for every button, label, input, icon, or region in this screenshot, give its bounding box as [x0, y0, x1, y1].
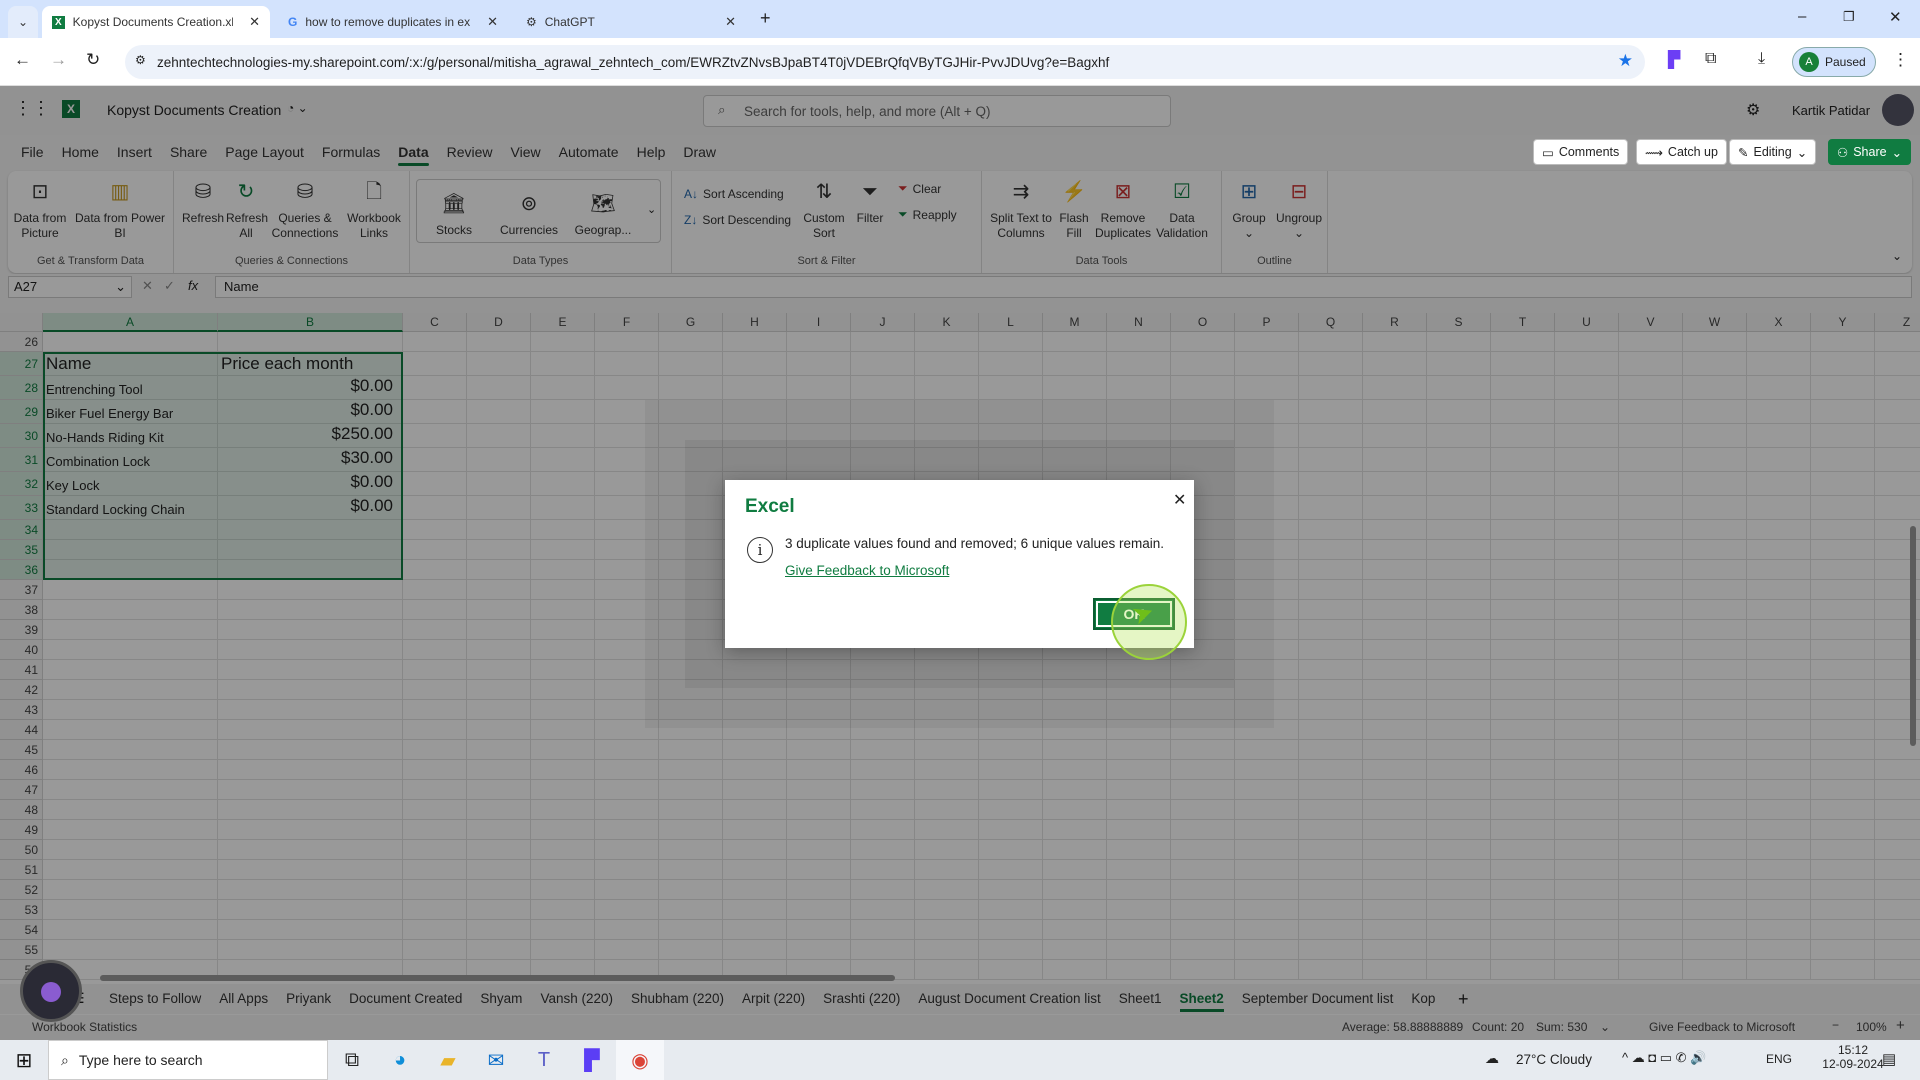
forward-icon[interactable]: → [50, 50, 67, 70]
recorder-widget[interactable] [20, 960, 82, 1022]
close-tab-icon[interactable]: ✕ [725, 14, 736, 30]
edge-icon[interactable]: ◕ [376, 1040, 424, 1080]
close-tab-icon[interactable]: ✕ [487, 14, 498, 30]
weather[interactable]: 27°C Cloudy [1516, 1052, 1592, 1067]
catch-up-icon: ⟿ [1645, 145, 1663, 160]
mail-icon[interactable]: ✉ [472, 1040, 520, 1080]
browser-tab-bar: ⌄ X Kopyst Documents Creation.xlsx ✕ G h… [0, 0, 1920, 38]
browser-menu-icon[interactable]: ⋮ [1892, 50, 1909, 70]
app-icon[interactable]: ▛ [568, 1040, 616, 1080]
close-icon[interactable]: ✕ [1173, 490, 1186, 510]
share-icon: ⚇ [1837, 145, 1849, 160]
teams-icon[interactable]: T [520, 1040, 568, 1080]
tray-icons[interactable]: ^ ☁ ◘ ▭ ✆ 🔊 [1622, 1050, 1706, 1066]
comment-icon: ▭ [1542, 145, 1554, 160]
pencil-icon: ✎ [1738, 145, 1749, 160]
new-tab-button[interactable]: + [760, 8, 771, 29]
excel-favicon-icon: X [52, 15, 65, 29]
reload-icon[interactable]: ↻ [86, 50, 100, 70]
feedback-link[interactable]: Give Feedback to Microsoft [785, 563, 949, 578]
catch-up-button[interactable]: ⟿ Catch up [1636, 139, 1727, 165]
close-tab-icon[interactable]: ✕ [249, 14, 260, 30]
chevron-down-icon: ⌄ [1891, 145, 1903, 160]
remove-duplicates-dialog: Excel ✕ i 3 duplicate values found and r… [725, 480, 1194, 660]
browser-tab-google[interactable]: G how to remove duplicates in ex ✕ [278, 6, 508, 38]
close-window-button[interactable]: ✕ [1889, 8, 1902, 26]
share-button[interactable]: ⚇ Share ⌄ [1828, 139, 1912, 165]
download-icon[interactable]: ⤓ [1758, 50, 1765, 68]
profile-button[interactable]: A Paused [1792, 47, 1876, 77]
address-bar[interactable]: ⚙ zehntechtechnologies-my.sharepoint.com… [125, 45, 1645, 79]
avatar: A [1799, 52, 1819, 72]
windows-start-icon[interactable]: ⊞ [0, 1040, 48, 1080]
record-icon [41, 982, 61, 1002]
back-icon[interactable]: ← [14, 50, 31, 70]
file-explorer-icon[interactable]: ▰ [424, 1040, 472, 1080]
restore-button[interactable]: ❐ [1843, 9, 1855, 25]
browser-tab-excel[interactable]: X Kopyst Documents Creation.xlsx ✕ [42, 6, 270, 38]
minimize-button[interactable]: – [1798, 8, 1806, 25]
tab-search-button[interactable]: ⌄ [8, 6, 38, 38]
windows-taskbar: ⊞ ⌕ Type here to search ⧉ ◕ ▰ ✉ T ▛ ◉ ☁ 2… [0, 1040, 1920, 1080]
chevron-down-icon: ⌄ [1796, 145, 1808, 160]
comments-button[interactable]: ▭ Comments [1533, 139, 1629, 165]
notification-icon[interactable]: ▤ [1882, 1050, 1896, 1068]
chrome-icon[interactable]: ◉ [616, 1040, 664, 1080]
browser-tab-chatgpt[interactable]: ⚙ ChatGPT ✕ [516, 6, 746, 38]
dialog-title: Excel [745, 496, 795, 517]
editing-mode-button[interactable]: ✎ Editing ⌄ [1729, 139, 1817, 165]
extensions-puzzle-icon[interactable]: ⧉ [1705, 50, 1716, 68]
extension-icon[interactable]: ▛ [1668, 50, 1680, 70]
site-info-icon[interactable]: ⚙ [135, 53, 146, 67]
search-icon: ⌕ [61, 1051, 69, 1068]
task-view-icon[interactable]: ⧉ [328, 1040, 376, 1080]
chatgpt-favicon-icon: ⚙ [526, 15, 537, 29]
weather-icon: ☁ [1485, 1050, 1499, 1066]
browser-toolbar: ← → ↻ ⚙ zehntechtechnologies-my.sharepoi… [0, 38, 1920, 86]
taskbar-search-input[interactable]: ⌕ Type here to search [48, 1040, 328, 1080]
language[interactable]: ENG [1766, 1052, 1792, 1066]
info-icon: i [747, 537, 773, 563]
dialog-message: 3 duplicate values found and removed; 6 … [785, 536, 1164, 551]
clock[interactable]: 15:12 12-09-2024 [1818, 1043, 1888, 1071]
google-favicon-icon: G [288, 15, 298, 29]
bookmark-star-icon[interactable]: ★ [1618, 51, 1633, 71]
